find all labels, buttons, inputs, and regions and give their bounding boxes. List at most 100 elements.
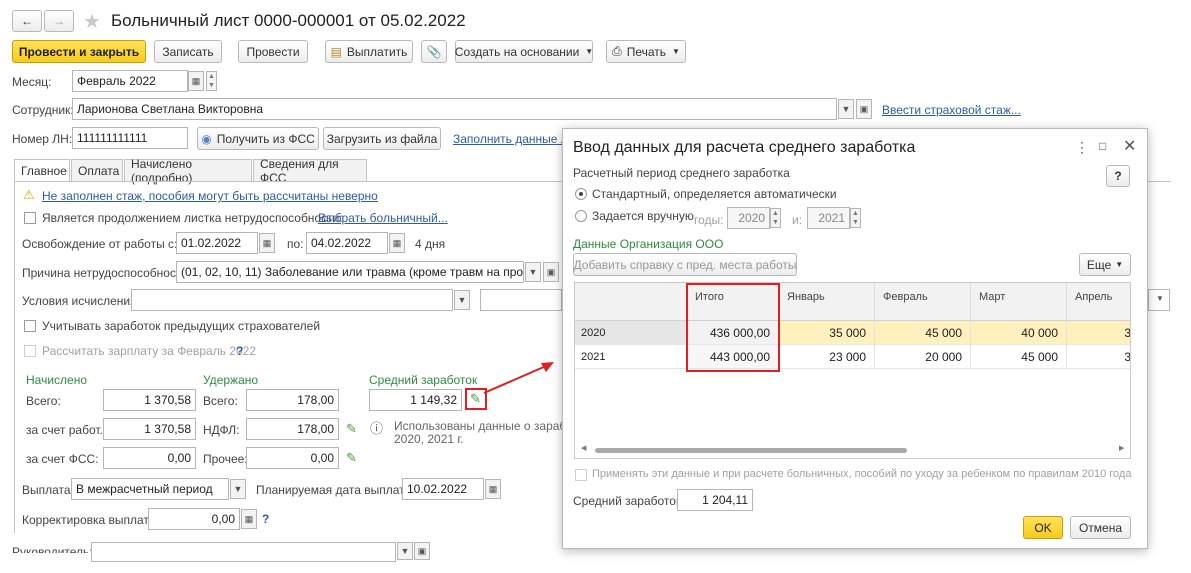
conditions-dropdown-button[interactable]: ▼ (454, 290, 470, 310)
favorite-star-icon[interactable]: ★ (83, 9, 101, 34)
table-header-jan[interactable]: Январь (779, 283, 875, 321)
payment-dropdown-button[interactable]: ▼ (230, 479, 246, 499)
payment-field[interactable]: В межрасчетный период (71, 478, 229, 500)
month-field[interactable]: Февраль 2022 (72, 70, 188, 92)
table-header-mar[interactable]: Март (971, 283, 1067, 321)
month-spinner[interactable]: ▲ ▼ (206, 71, 217, 91)
printer-icon: ⎙ (612, 44, 622, 58)
tab-main[interactable]: Главное (14, 159, 70, 182)
tab-fss-info[interactable]: Сведения для ФСС (253, 157, 367, 185)
calc-salary-checkbox[interactable] (24, 345, 36, 357)
post-button[interactable]: Провести (238, 40, 308, 63)
year-from-spinner[interactable]: ▲ ▼ (770, 208, 781, 228)
table-row-2020-feb[interactable]: 45 000 (875, 321, 971, 345)
table-row-2020-year[interactable]: 2020 (575, 321, 687, 345)
year-from-field[interactable]: 2020 (727, 207, 770, 229)
tab-payment[interactable]: Оплата (71, 159, 123, 181)
manager-open-button[interactable]: ▣ (414, 542, 430, 560)
correction-help[interactable]: ? (262, 512, 269, 526)
ln-number-label: Номер ЛН: (12, 132, 73, 146)
cancel-button[interactable]: Отмена (1070, 516, 1131, 539)
radio-standard-period[interactable] (575, 188, 587, 200)
info-text-line1: Использованы данные о заработке (394, 419, 591, 433)
table-row-2021-jan[interactable]: 23 000 (779, 345, 875, 369)
release-from-calendar-button[interactable]: ▦ (259, 233, 275, 253)
insurance-experience-link[interactable]: Ввести страховой стаж... (882, 103, 1021, 117)
table-row-2020-apr[interactable]: 3 (1067, 321, 1130, 345)
edit-ndfl-pencil-icon[interactable]: ✎ (346, 421, 357, 437)
pay-button[interactable]: ▤ Выплатить (325, 40, 413, 63)
warning-icon: ⚠ (23, 187, 35, 202)
year-to-field[interactable]: 2021 (807, 207, 850, 229)
reason-field[interactable]: (01, 02, 10, 11) Заболевание или травма … (176, 261, 524, 283)
employer-field: 1 370,58 (103, 418, 196, 440)
table-row-2021-feb[interactable]: 20 000 (875, 345, 971, 369)
back-button[interactable]: ← (12, 10, 42, 32)
forward-button[interactable]: → (44, 10, 74, 32)
employee-open-button[interactable]: ▣ (856, 99, 872, 119)
ok-button[interactable]: OK (1023, 516, 1063, 539)
arrow-right-icon: → (53, 14, 65, 28)
release-to-calendar-button[interactable]: ▦ (389, 233, 405, 253)
manager-dropdown-button[interactable]: ▼ (397, 542, 413, 560)
scroll-left-icon[interactable]: ◀ (581, 444, 586, 452)
get-from-fss-label: Получить из ФСС (216, 131, 315, 146)
get-from-fss-button[interactable]: ◉ Получить из ФСС (197, 127, 319, 150)
ln-number-field[interactable]: 111111111111 (72, 127, 188, 149)
reason-open-button[interactable]: ▣ (543, 262, 559, 282)
create-based-on-button[interactable]: Создать на основании ▼ (455, 40, 593, 63)
correction-calc-button[interactable]: ▦ (241, 509, 257, 529)
employee-field[interactable]: Ларионова Светлана Викторовна (72, 98, 837, 120)
scroll-right-icon[interactable]: ▶ (1119, 444, 1124, 452)
table-row-2021-year[interactable]: 2021 (575, 345, 687, 369)
manager-field[interactable] (91, 542, 396, 562)
correction-field[interactable]: 0,00 (148, 508, 240, 530)
continuation-checkbox[interactable] (24, 212, 36, 224)
table-scrollbar[interactable]: ◀ ▶ (581, 444, 1126, 455)
dialog-help-button[interactable]: ? (1106, 165, 1130, 187)
dialog-close-icon[interactable]: ✕ (1123, 136, 1136, 156)
table-header-year (575, 283, 687, 321)
edit-other-pencil-icon[interactable]: ✎ (346, 450, 357, 466)
calendar-icon: ▦ (392, 237, 402, 248)
prev-insurers-checkbox[interactable] (24, 320, 36, 332)
scroll-thumb[interactable] (595, 448, 907, 453)
table-header-apr[interactable]: Апрель (1067, 283, 1130, 321)
table-row-2021-mar[interactable]: 45 000 (971, 345, 1067, 369)
release-from-field[interactable]: 01.02.2022 (176, 232, 258, 254)
dialog-menu-icon[interactable]: ⋮ (1075, 139, 1089, 156)
dropdown-arrow-icon[interactable]: ▼ (1156, 294, 1164, 303)
add-certificate-button[interactable]: Добавить справку с пред. места работы (573, 253, 797, 276)
print-button[interactable]: ⎙ Печать ▼ (606, 40, 686, 63)
choose-sick-leave-link[interactable]: Выбрать больничный... (318, 211, 448, 225)
table-row-2021-apr[interactable]: 3 (1067, 345, 1130, 369)
reason-dropdown-button[interactable]: ▼ (525, 262, 541, 282)
year-to-spinner[interactable]: ▲ ▼ (850, 208, 861, 228)
table-row-2020-jan[interactable]: 35 000 (779, 321, 875, 345)
load-from-file-button[interactable]: Загрузить из файла (323, 127, 441, 150)
apply-rules-checkbox[interactable] (575, 469, 587, 481)
reason-label: Причина нетрудоспособности: (22, 266, 192, 280)
create-based-on-label: Создать на основании (454, 44, 580, 59)
employee-dropdown-button[interactable]: ▼ (838, 99, 854, 119)
tab-accrued-details[interactable]: Начислено (подробно) (124, 157, 252, 185)
table-header-feb[interactable]: Февраль (875, 283, 971, 321)
withheld-total-label: Всего: (203, 394, 238, 408)
help-question[interactable]: ? (236, 344, 243, 358)
total-column-highlight (686, 283, 780, 372)
month-calendar-button[interactable]: ▦ (188, 71, 204, 91)
conditions-second-field[interactable] (480, 289, 562, 311)
conditions-field[interactable] (131, 289, 453, 311)
planned-date-field[interactable]: 10.02.2022 (402, 478, 484, 500)
experience-warning-link[interactable]: Не заполнен стаж, пособия могут быть рас… (42, 189, 378, 203)
attach-button[interactable]: 📎 (421, 40, 447, 63)
save-button[interactable]: Записать (154, 40, 222, 63)
post-and-close-button[interactable]: Провести и закрыть (12, 40, 146, 63)
table-row-2020-mar[interactable]: 40 000 (971, 321, 1067, 345)
more-button[interactable]: Еще ▼ (1079, 253, 1131, 276)
planned-date-calendar-button[interactable]: ▦ (485, 479, 501, 499)
dialog-maximize-icon[interactable]: □ (1099, 139, 1106, 153)
dropdown-arrow-icon: ▼ (672, 47, 680, 56)
release-to-field[interactable]: 04.02.2022 (306, 232, 388, 254)
radio-manual-period[interactable] (575, 210, 587, 222)
